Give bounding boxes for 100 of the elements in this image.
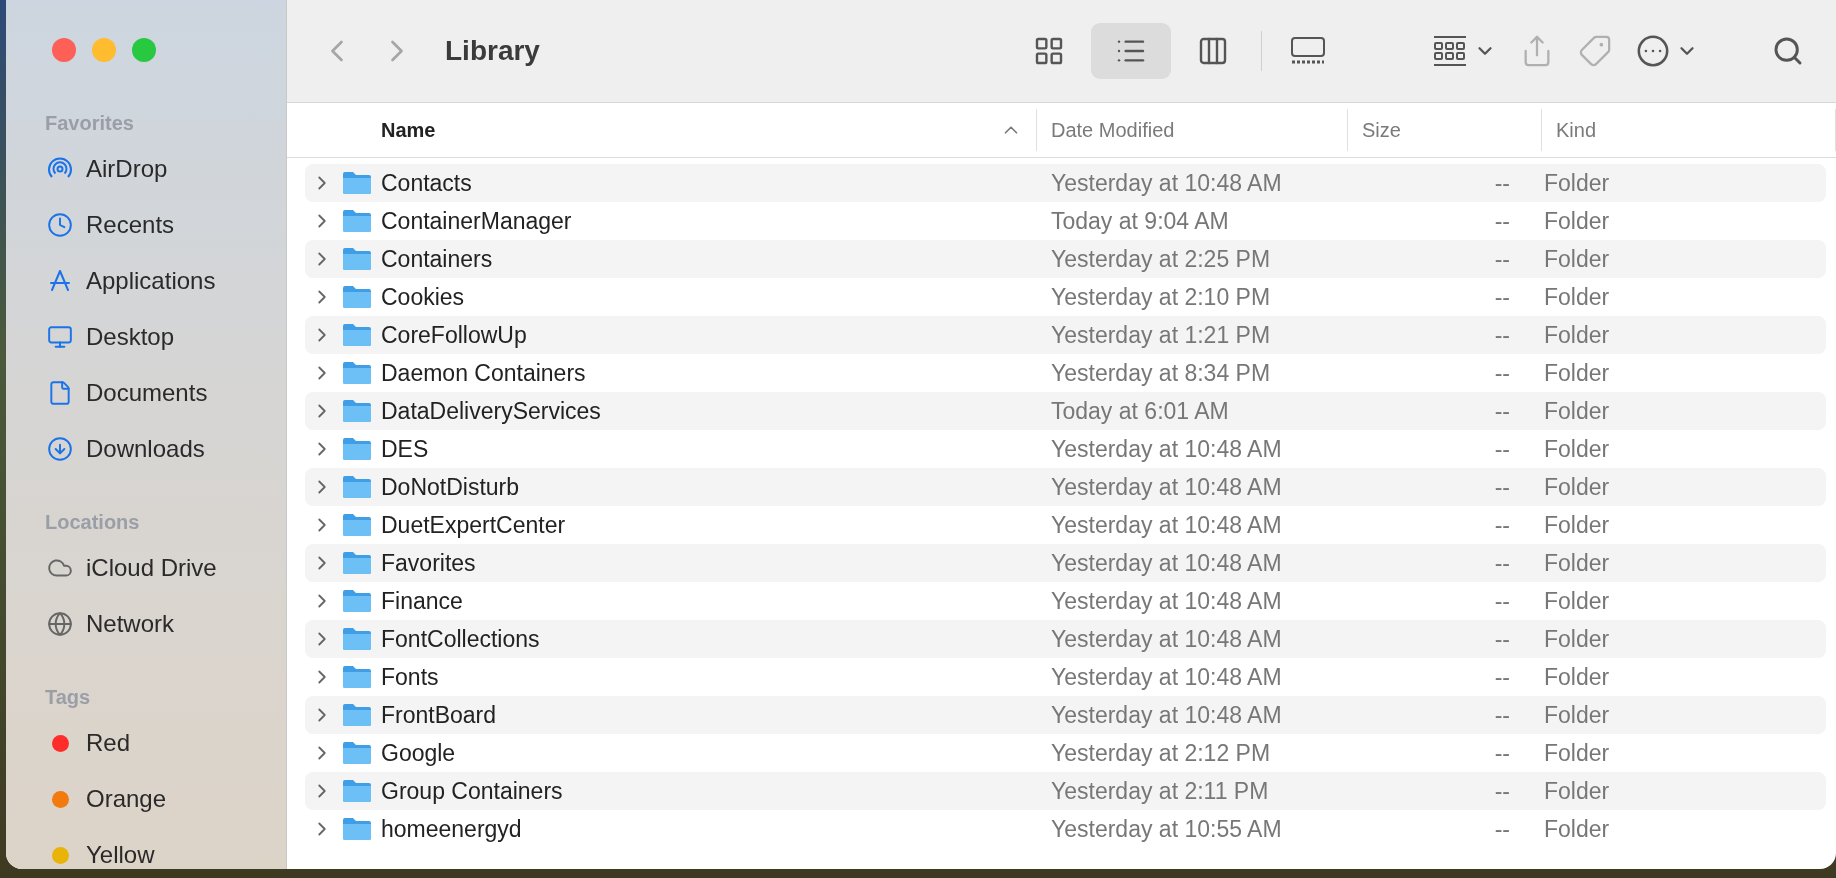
date-modified: Today at 9:04 AM [1050, 207, 1230, 235]
date-modified: Yesterday at 10:48 AM [1050, 701, 1283, 729]
folder-icon [341, 778, 373, 804]
file-kind: Folder [1543, 511, 1611, 539]
sidebar-item[interactable]: iCloud Drive [36, 540, 286, 596]
file-row[interactable]: CoreFollowUp Yesterday at 1:21 PM -- Folder [305, 316, 1826, 354]
file-row[interactable]: DuetExpertCenter Yesterday at 10:48 AM -- Folder [305, 506, 1826, 544]
file-row[interactable]: Daemon Containers Yesterday at 8:34 PM -- Folder [305, 354, 1826, 392]
file-name: Favorites [381, 549, 476, 577]
sidebar-item[interactable]: Downloads [36, 421, 286, 477]
file-size: -- [1493, 701, 1511, 729]
file-row[interactable]: Contacts Yesterday at 10:48 AM -- Folder [305, 164, 1826, 202]
file-row[interactable]: Group Containers Yesterday at 2:11 PM -- Folder [305, 772, 1826, 810]
sidebar-item[interactable]: Network [36, 596, 286, 652]
folder-icon [341, 474, 373, 500]
file-kind: Folder [1543, 777, 1611, 805]
date-modified: Yesterday at 1:21 PM [1050, 321, 1272, 349]
file-row[interactable]: Favorites Yesterday at 10:48 AM -- Folder [305, 544, 1826, 582]
column-heading[interactable]: Date Modified [1037, 109, 1348, 151]
ellipsis-circle-icon [1636, 34, 1670, 68]
folder-icon [341, 398, 373, 424]
file-row[interactable]: DoNotDisturb Yesterday at 10:48 AM -- Folder [305, 468, 1826, 506]
sidebar-item[interactable]: AirDrop [36, 141, 286, 197]
date-modified: Yesterday at 10:48 AM [1050, 663, 1283, 691]
date-modified: Yesterday at 10:55 AM [1050, 815, 1283, 843]
file-name: CoreFollowUp [381, 321, 527, 349]
search-icon [1772, 35, 1804, 67]
file-size: -- [1493, 663, 1511, 691]
tag-icon [1578, 34, 1612, 68]
column-heading[interactable]: Size [1348, 109, 1542, 151]
file-row[interactable]: ContainerManager Today at 9:04 AM -- Folder [305, 202, 1826, 240]
date-modified: Yesterday at 10:48 AM [1050, 169, 1283, 197]
sidebar-item[interactable]: Documents [36, 365, 286, 421]
sidebar-item[interactable]: Orange [36, 771, 286, 827]
sidebar-heading: Tags [45, 686, 92, 709]
sidebar-item[interactable]: Desktop [36, 309, 286, 365]
file-row[interactable]: DataDeliveryServices Today at 6:01 AM -- Folder [305, 392, 1826, 430]
file-kind: Folder [1543, 359, 1611, 387]
folder-icon [341, 512, 373, 538]
sidebar-heading: Favorites [45, 112, 135, 135]
file-row[interactable]: FrontBoard Yesterday at 10:48 AM -- Folder [305, 696, 1826, 734]
sidebar-item[interactable]: Applications [36, 253, 286, 309]
folder-icon [341, 322, 373, 348]
file-kind: Folder [1543, 663, 1611, 691]
date-modified: Yesterday at 2:12 PM [1050, 739, 1272, 767]
view-mode-button[interactable] [1091, 23, 1171, 79]
file-name: Daemon Containers [381, 359, 586, 387]
file-kind: Folder [1543, 549, 1611, 577]
file-row[interactable]: DES Yesterday at 10:48 AM -- Folder [305, 430, 1826, 468]
file-name: Finance [381, 587, 463, 615]
column-heading[interactable]: Kind [1542, 109, 1836, 151]
file-name: FrontBoard [381, 701, 497, 729]
file-name: Containers [381, 245, 493, 273]
file-name: FontCollections [381, 625, 540, 653]
gallery-icon [1289, 35, 1327, 67]
file-name: Contacts [381, 169, 472, 197]
file-size: -- [1493, 283, 1511, 311]
file-row[interactable]: Finance Yesterday at 10:48 AM -- Folder [305, 582, 1826, 620]
file-kind: Folder [1543, 815, 1611, 843]
date-modified: Today at 6:01 AM [1050, 397, 1230, 425]
sidebar-item[interactable]: Yellow [36, 827, 286, 869]
date-modified: Yesterday at 2:25 PM [1050, 245, 1272, 273]
file-name: DuetExpertCenter [381, 511, 566, 539]
sidebar-item[interactable]: Recents [36, 197, 286, 253]
file-size: -- [1493, 473, 1511, 501]
file-row[interactable]: Fonts Yesterday at 10:48 AM -- Folder [305, 658, 1826, 696]
columns-icon [1197, 35, 1229, 67]
grouped-grid-icon [1432, 34, 1468, 68]
file-row[interactable]: Containers Yesterday at 2:25 PM -- Folder [305, 240, 1826, 278]
file-kind: Folder [1543, 207, 1611, 235]
file-size: -- [1493, 321, 1511, 349]
column-heading[interactable]: Name [287, 109, 1037, 151]
file-kind: Folder [1543, 397, 1611, 425]
file-size: -- [1493, 359, 1511, 387]
date-modified: Yesterday at 10:48 AM [1050, 435, 1283, 463]
file-row[interactable]: homeenergyd Yesterday at 10:55 AM -- Folder [305, 810, 1826, 848]
folder-icon [341, 740, 373, 766]
file-name: DES [381, 435, 429, 463]
file-kind: Folder [1543, 587, 1611, 615]
folder-icon [341, 284, 373, 310]
file-row[interactable]: Google Yesterday at 2:12 PM -- Folder [305, 734, 1826, 772]
file-size: -- [1493, 815, 1511, 843]
folder-icon [341, 550, 373, 576]
applications-icon [47, 268, 73, 294]
file-name: Cookies [381, 283, 465, 311]
grid-icon [1033, 35, 1065, 67]
date-modified: Yesterday at 10:48 AM [1050, 587, 1283, 615]
file-size: -- [1493, 435, 1511, 463]
file-kind: Folder [1543, 435, 1611, 463]
folder-icon [341, 208, 373, 234]
folder-icon [341, 702, 373, 728]
clock-icon [47, 212, 73, 238]
date-modified: Yesterday at 2:10 PM [1050, 283, 1272, 311]
file-name: Group Containers [381, 777, 563, 805]
file-name: Google [381, 739, 456, 767]
file-row[interactable]: Cookies Yesterday at 2:10 PM -- Folder [305, 278, 1826, 316]
sidebar-item[interactable]: Red [36, 715, 286, 771]
file-size: -- [1493, 397, 1511, 425]
file-row[interactable]: FontCollections Yesterday at 10:48 AM -- Folder [305, 620, 1826, 658]
date-modified: Yesterday at 10:48 AM [1050, 511, 1283, 539]
